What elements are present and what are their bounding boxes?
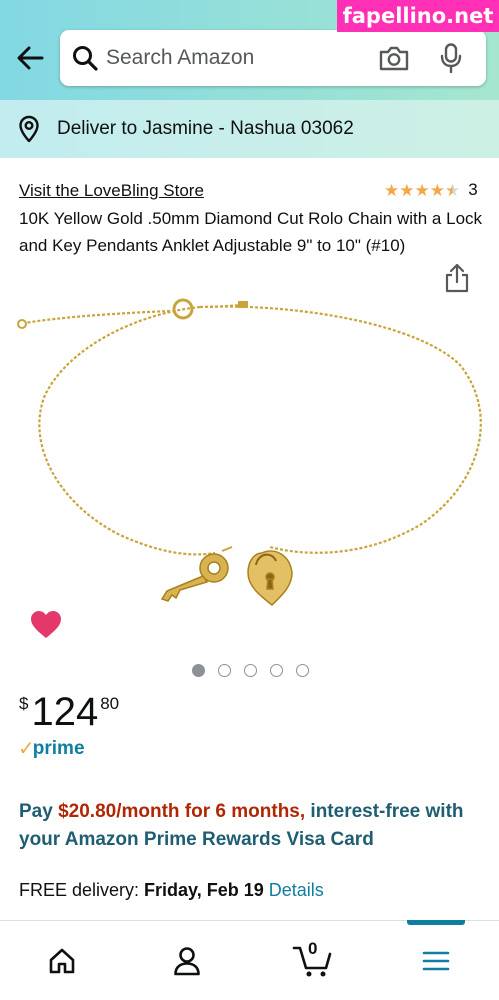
carousel-dot[interactable] [218,664,231,677]
menu-icon [422,951,450,971]
deliver-to-text: Deliver to Jasmine - Nashua 03062 [57,118,354,139]
nav-cart[interactable]: 0 [272,921,352,1000]
delivery-date: Friday, Feb 19 [144,880,264,900]
search-box[interactable] [60,30,486,86]
nav-home[interactable] [22,921,102,1000]
microphone-icon[interactable] [440,43,462,73]
star-icon: ★ [414,180,430,200]
star-icon: ★ [429,180,445,200]
account-icon [174,947,200,976]
heart-icon [31,611,61,638]
nav-account[interactable] [147,921,227,1000]
half-star-icon: ★ [445,180,461,200]
location-pin-icon [18,115,40,143]
prime-badge: ✓ prime [18,736,85,761]
delivery-details-link[interactable]: Details [269,880,324,900]
back-arrow-icon [17,46,44,70]
delivery-info: FREE delivery: Friday, Feb 19 Details [19,880,324,901]
carousel-dot[interactable] [244,664,257,677]
store-link[interactable]: Visit the LoveBling Store [19,181,204,201]
bottom-navigation: 0 [0,920,499,1000]
financing-amount: $20.80/month for 6 months, [58,801,306,822]
cart-count: 0 [308,939,318,958]
image-carousel-dots [192,664,309,677]
carousel-dot[interactable] [192,664,205,677]
financing-offer[interactable]: Pay $20.80/month for 6 months, interest-… [19,798,489,854]
deliver-to-bar[interactable]: Deliver to Jasmine - Nashua 03062 [0,100,499,158]
home-icon [49,948,75,974]
price-currency: $ [19,694,29,713]
prime-label: prime [32,737,85,759]
price: $ 124 80 [19,690,119,734]
rating[interactable]: ★ ★ ★ ★ ★ 3 [384,180,478,200]
star-icon: ★ [384,180,400,200]
price-whole: 124 [31,690,99,734]
back-button[interactable] [14,40,46,76]
star-rating: ★ ★ ★ ★ ★ [384,182,460,199]
product-image[interactable] [0,285,499,645]
product-title: 10K Yellow Gold .50mm Diamond Cut Rolo C… [19,209,483,255]
carousel-dot[interactable] [270,664,283,677]
delivery-label: FREE delivery: [19,880,145,900]
nav-menu[interactable] [396,921,476,1000]
price-fraction: 80 [100,694,120,713]
carousel-dot[interactable] [296,664,309,677]
star-icon: ★ [399,180,415,200]
wishlist-heart-button[interactable] [30,610,62,645]
search-icon [73,46,98,71]
search-input[interactable] [106,42,366,74]
camera-icon[interactable] [378,44,410,72]
watermark: fapellino.net [337,0,499,32]
financing-prefix: Pay [19,801,59,822]
rating-count: 3 [468,180,478,199]
